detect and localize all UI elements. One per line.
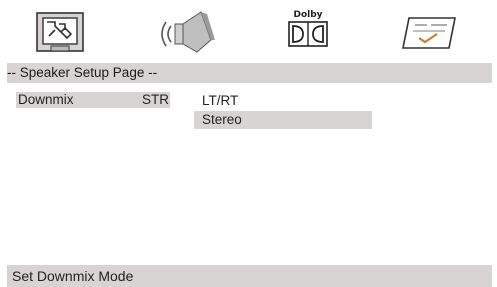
option-stereo[interactable]: Stereo (194, 111, 372, 129)
general-setup-icon[interactable] (33, 10, 87, 56)
setup-icon-bar: Dolby (7, 7, 492, 57)
menu-item-value: STR (142, 92, 169, 107)
menu-item-downmix[interactable]: Downmix STR (16, 92, 170, 108)
option-label: Stereo (202, 112, 242, 127)
status-bar: Set Downmix Mode (7, 265, 492, 287)
preference-icon[interactable] (399, 10, 459, 56)
speaker-icon[interactable] (157, 10, 219, 56)
dolby-icon[interactable]: Dolby (285, 10, 331, 56)
page-title: -- Speaker Setup Page -- (7, 65, 158, 80)
option-lt-rt[interactable]: LT/RT (194, 92, 372, 110)
page-title-bar: -- Speaker Setup Page -- (7, 63, 492, 83)
option-label: LT/RT (202, 93, 239, 108)
menu-item-label: Downmix (18, 92, 74, 107)
menu-content: Downmix STR LT/RT Stereo (7, 83, 492, 263)
osd-setup-screen: Dolby -- Speaker Setup Page -- Downmix S… (7, 7, 492, 287)
status-text: Set Downmix Mode (12, 268, 134, 284)
